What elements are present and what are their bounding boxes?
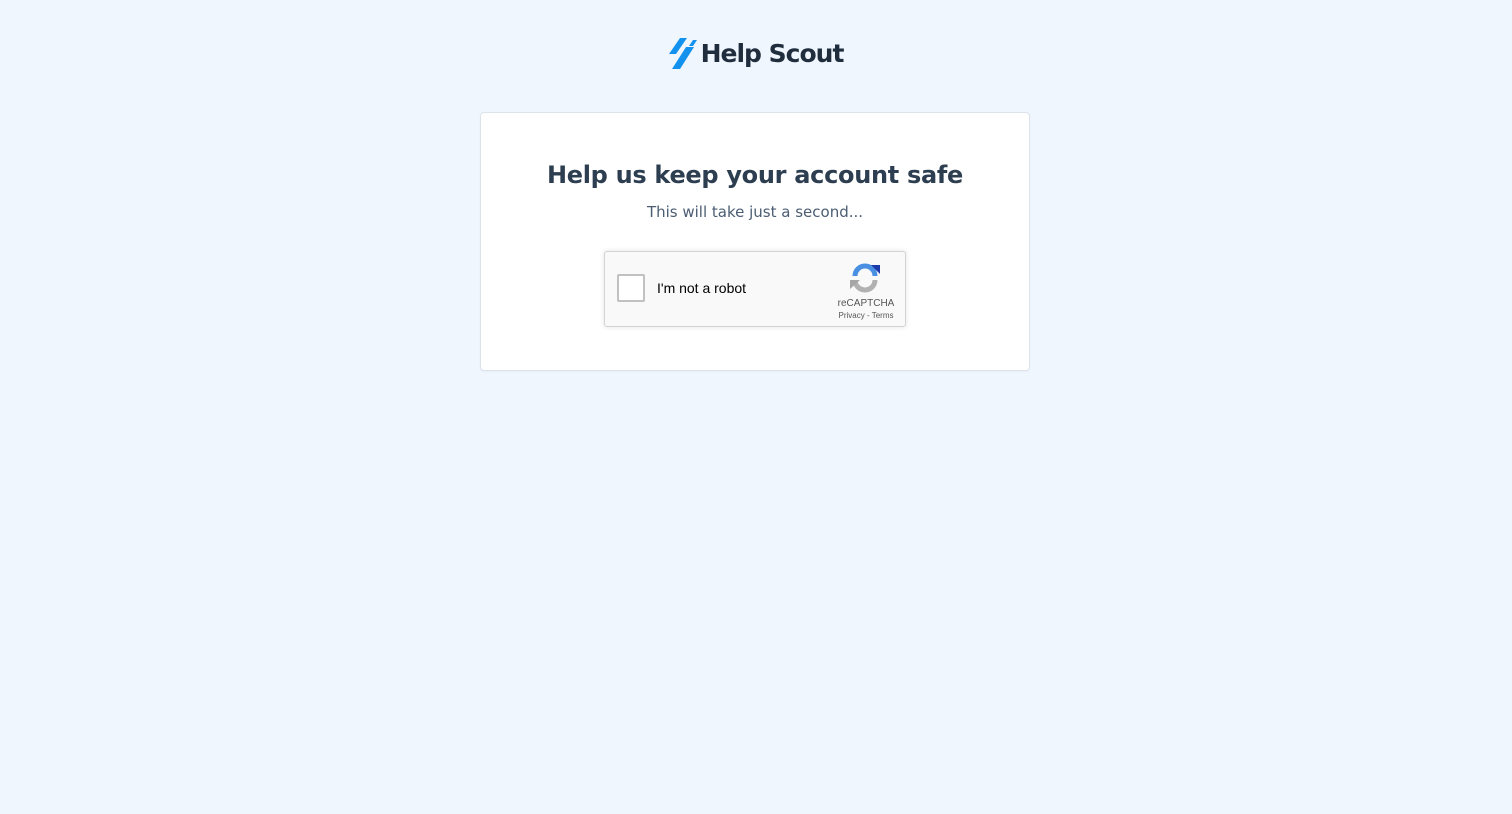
recaptcha-terms-link[interactable]: Terms: [872, 311, 894, 320]
recaptcha-link-separator: -: [866, 311, 870, 320]
logo-text: Help Scout: [700, 39, 845, 68]
recaptcha-privacy-link[interactable]: Privacy: [839, 311, 865, 320]
verification-card: Help us keep your account safe This will…: [480, 112, 1030, 371]
recaptcha-links: Privacy - Terms: [827, 311, 905, 320]
recaptcha-brand-text: reCAPTCHA: [837, 298, 895, 309]
recaptcha-widget: I'm not a robot reCAPTCHA Privacy - Term…: [604, 251, 906, 327]
page: Help Scout Help us keep your account saf…: [0, 0, 1512, 814]
recaptcha-checkbox[interactable]: [617, 274, 645, 302]
page-subtitle: This will take just a second...: [646, 203, 864, 221]
helpscout-logo[interactable]: Help Scout: [0, 38, 1512, 70]
recaptcha-label: I'm not a robot: [657, 280, 747, 296]
page-title: Help us keep your account safe: [546, 161, 963, 189]
helpscout-logo-icon: [668, 38, 697, 69]
recaptcha-icon: [850, 263, 880, 293]
